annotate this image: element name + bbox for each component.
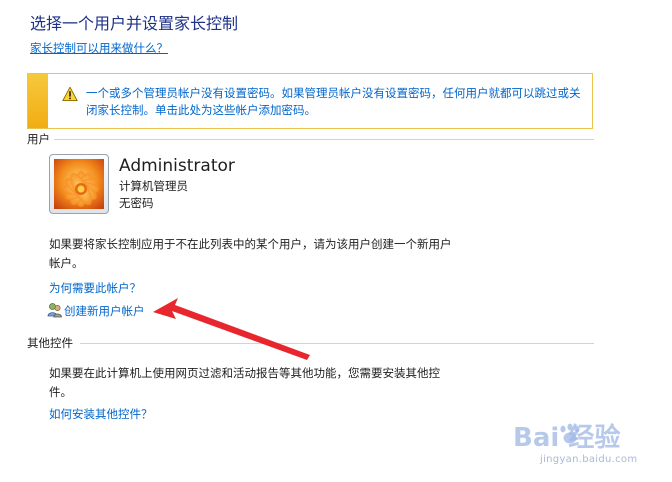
create-user-icon[interactable]: [47, 302, 63, 318]
user-password-status: 无密码: [119, 196, 154, 210]
parental-controls-help-link[interactable]: 家长控制可以用来做什么？: [30, 40, 168, 56]
other-controls-description: 如果要在此计算机上使用网页过滤和活动报告等其他功能，您需要安装其他控件。: [49, 366, 440, 399]
warning-icon: [62, 86, 78, 102]
page-title: 选择一个用户并设置家长控制: [30, 14, 239, 33]
other-controls-section-label: 其他控件: [27, 336, 73, 350]
create-account-description: 如果要将家长控制应用于不在此列表中的某个用户，请为该用户创建一个新用户帐户。: [49, 237, 452, 270]
user-role: 计算机管理员: [119, 179, 188, 193]
user-name[interactable]: Administrator: [119, 156, 235, 176]
warning-text[interactable]: 一个或多个管理员帐户没有设置密码。如果管理员帐户没有设置密码，任何用户就都可以跳…: [86, 85, 586, 119]
flower-avatar-icon: [54, 159, 104, 209]
warning-accent-strip: [28, 74, 48, 128]
watermark-url: jingyan.baidu.com: [540, 454, 638, 465]
create-new-user-account-link[interactable]: 创建新用户帐户: [64, 303, 145, 319]
why-need-account-link[interactable]: 为何需要此帐户？: [49, 280, 141, 296]
user-avatar[interactable]: [49, 154, 109, 214]
users-section-divider: [54, 139, 594, 140]
install-other-controls-link[interactable]: 如何安装其他控件？: [49, 406, 153, 422]
no-password-warning-banner[interactable]: 一个或多个管理员帐户没有设置密码。如果管理员帐户没有设置密码，任何用户就都可以跳…: [27, 73, 593, 129]
users-section-label: 用户: [27, 132, 50, 146]
other-controls-section-divider: [80, 343, 594, 344]
